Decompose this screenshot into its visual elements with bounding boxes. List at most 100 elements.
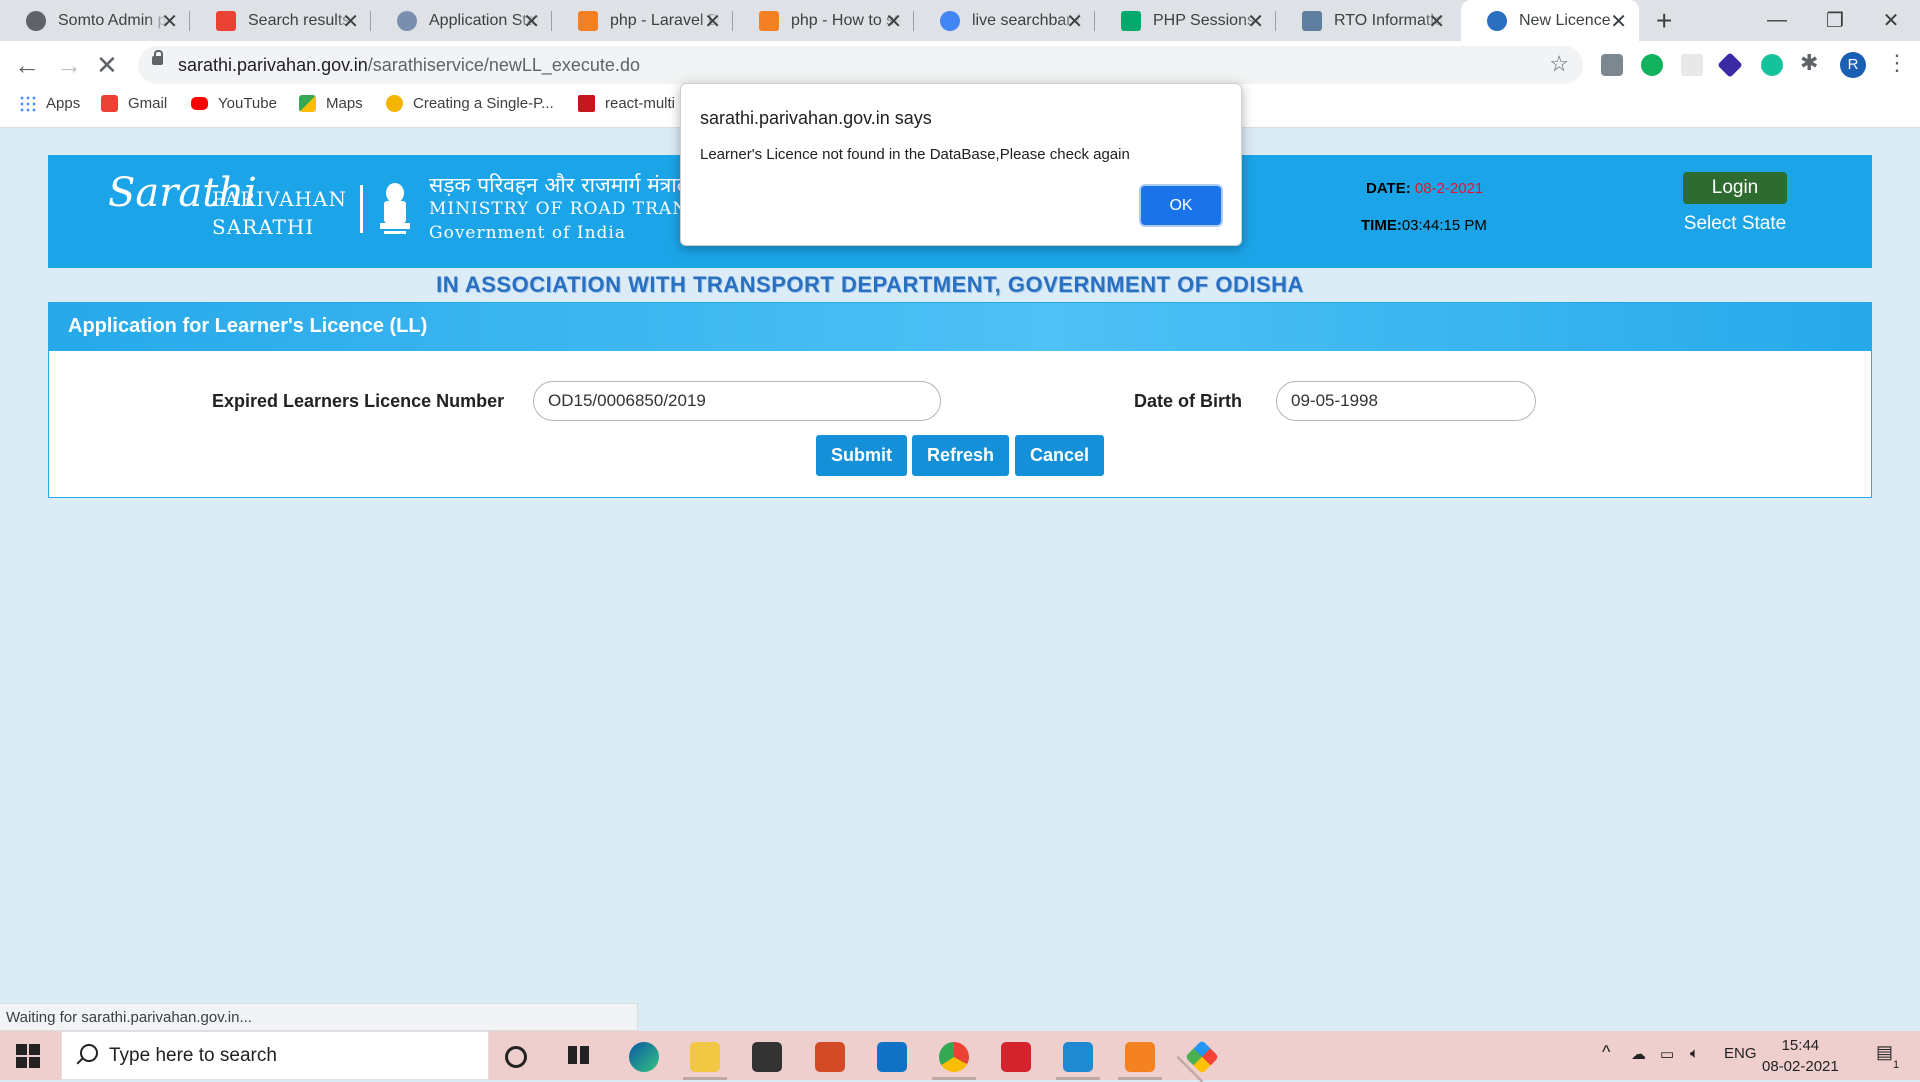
bookmark-favicon-icon [386, 95, 403, 112]
national-emblem-icon [380, 183, 410, 234]
extension-diamond-icon[interactable] [1717, 52, 1743, 78]
clock-time: 15:44 [1781, 1037, 1820, 1054]
close-window-icon[interactable]: ✕ [1862, 0, 1920, 41]
ok-button[interactable]: OK [1141, 186, 1221, 225]
volume-icon[interactable]: 🔈︎ [1690, 1045, 1699, 1062]
maps-icon [299, 95, 316, 112]
youtube-icon [191, 97, 208, 110]
new-tab-icon[interactable]: + [1656, 5, 1672, 37]
login-button[interactable]: Login [1683, 172, 1787, 204]
chrome-menu-icon[interactable]: ⋮ [1886, 50, 1908, 76]
extensions-puzzle-icon[interactable]: ✱ [1800, 50, 1818, 76]
panel-title: Application for Learner's Licence (LL) [49, 303, 1871, 351]
bookmark-label: Gmail [128, 95, 168, 112]
restore-icon[interactable]: ❐ [1806, 0, 1864, 41]
minimize-icon[interactable]: — [1748, 0, 1806, 41]
close-tab-icon[interactable]: ✕ [704, 9, 721, 34]
extension-grey-icon[interactable] [1681, 54, 1703, 76]
notification-icon[interactable]: ▤ [1876, 1042, 1893, 1063]
close-tab-icon[interactable]: ✕ [523, 9, 540, 34]
close-tab-icon[interactable]: ✕ [1428, 9, 1445, 34]
refresh-button[interactable]: Refresh [912, 435, 1009, 476]
xampp-icon[interactable] [1118, 1042, 1162, 1080]
tab-title: Somto Admin panel [58, 11, 168, 29]
cortana-icon[interactable] [505, 1046, 527, 1068]
sarathi-favicon-icon [1487, 10, 1507, 31]
onedrive-icon[interactable]: ☁ [1631, 1045, 1646, 1063]
sublime-icon[interactable] [815, 1042, 845, 1072]
browser-toolbar: ← → ✕ sarathi.parivahan.gov.in/sarathise… [0, 41, 1920, 89]
logo-line-1: PARIVAHAN [212, 187, 347, 211]
extension-green-icon[interactable] [1641, 54, 1663, 76]
apps-grid-icon [19, 95, 36, 112]
close-tab-icon[interactable]: ✕ [342, 9, 359, 34]
date-display: DATE: 08-2-2021 [1366, 180, 1483, 197]
ll-application-panel: Application for Learner's Licence (LL) E… [48, 302, 1872, 498]
dialog-message: Learner's Licence not found in the DataB… [700, 146, 1130, 163]
dialog-title: sarathi.parivahan.gov.in says [700, 108, 932, 128]
time-label: TIME: [1361, 217, 1402, 234]
stop-loading-icon[interactable]: ✕ [96, 50, 118, 81]
submit-button[interactable]: Submit [816, 435, 907, 476]
close-tab-icon[interactable]: ✕ [1610, 9, 1627, 34]
tab-laravel-datatable[interactable]: php - Laravel Datatable ✕ [552, 0, 733, 41]
bookmark-apps[interactable]: Apps [19, 95, 80, 112]
chrome-icon[interactable] [932, 1042, 976, 1080]
file-explorer-icon[interactable] [683, 1042, 727, 1080]
taskbar-clock[interactable]: 15:44 08-02-2021 [1762, 1035, 1839, 1077]
tab-php-sessions[interactable]: PHP Sessions ✕ [1095, 0, 1276, 41]
dob-input[interactable]: 09-05-1998 [1276, 381, 1536, 421]
bookmark-maps[interactable]: Maps [299, 95, 363, 112]
task-view-icon[interactable] [566, 1042, 596, 1072]
taskbar-search[interactable]: Type here to search [61, 1031, 489, 1080]
address-bar[interactable]: sarathi.parivahan.gov.in/sarathiservice/… [138, 46, 1583, 84]
tab-new-licence[interactable]: New Licence ✕ [1461, 0, 1639, 41]
close-tab-icon[interactable]: ✕ [885, 9, 902, 34]
lock-icon[interactable] [152, 50, 163, 65]
parivahan-sarathi-logo-text: PARIVAHAN SARATHI [212, 185, 347, 241]
tab-application-status[interactable]: Application Status ✕ [371, 0, 552, 41]
association-banner: IN ASSOCIATION WITH TRANSPORT DEPARTMENT… [436, 272, 1304, 297]
stackoverflow-icon [759, 10, 779, 31]
reader-icon[interactable] [1001, 1042, 1031, 1072]
tab-live-searchbar[interactable]: live searchbar from ✕ [914, 0, 1095, 41]
extension-shield-icon[interactable] [1601, 54, 1623, 76]
battery-icon[interactable]: ▭ [1660, 1045, 1674, 1063]
ll-number-input[interactable]: OD15/0006850/2019 [533, 381, 941, 421]
close-tab-icon[interactable]: ✕ [1066, 9, 1083, 34]
bookmark-youtube[interactable]: YouTube [191, 95, 277, 112]
bookmark-react-multi[interactable]: react-multi [578, 95, 675, 112]
app-launcher-icon[interactable] [1185, 1040, 1219, 1074]
edge-icon[interactable] [629, 1042, 659, 1072]
bookmark-label: Apps [46, 95, 81, 112]
alert-dialog: sarathi.parivahan.gov.in says Learner's … [680, 83, 1242, 246]
windows-start-icon[interactable] [16, 1044, 40, 1068]
bookmark-label: Maps [326, 95, 363, 112]
tab-php-store[interactable]: php - How to store ✕ [733, 0, 914, 41]
bookmark-star-icon[interactable]: ☆ [1549, 51, 1569, 77]
gmail-icon [216, 10, 236, 31]
cancel-button[interactable]: Cancel [1015, 435, 1104, 476]
forward-arrow-icon[interactable]: → [56, 50, 82, 81]
tray-chevron-icon[interactable]: ^ [1602, 1042, 1610, 1063]
grammarly-icon[interactable] [1761, 54, 1783, 76]
language-indicator[interactable]: ENG [1724, 1045, 1757, 1062]
close-tab-icon[interactable]: ✕ [161, 9, 178, 34]
profile-avatar[interactable]: R [1840, 52, 1866, 78]
bookmark-label: react-multi [605, 95, 676, 112]
mail-icon[interactable] [877, 1042, 907, 1072]
back-arrow-icon[interactable]: ← [14, 50, 40, 81]
tab-rto-information[interactable]: RTO Information ✕ [1276, 0, 1457, 41]
select-state-link[interactable]: Select State [1683, 213, 1787, 235]
gmail-icon [101, 95, 118, 112]
bookmark-creating-single-page[interactable]: Creating a Single-P... [386, 95, 554, 112]
vscode-icon[interactable] [1056, 1042, 1100, 1080]
bookmark-gmail[interactable]: Gmail [101, 95, 167, 112]
microsoft-store-icon[interactable] [752, 1042, 782, 1072]
tab-gmail-search[interactable]: Search results - Gmail ✕ [190, 0, 371, 41]
url-path: /sarathiservice/newLL_execute.do [367, 55, 640, 75]
tab-somto-admin[interactable]: Somto Admin panel ✕ [0, 0, 190, 41]
globe-icon [26, 10, 46, 31]
close-tab-icon[interactable]: ✕ [1247, 9, 1264, 34]
tab-strip: Somto Admin panel ✕ Search results - Gma… [0, 0, 1920, 41]
